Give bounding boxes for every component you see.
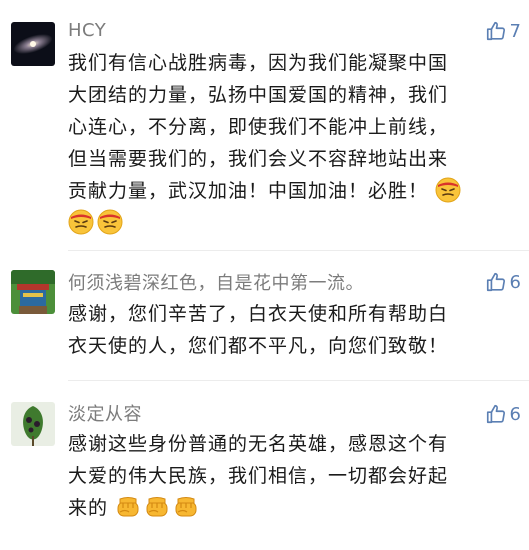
thumbs-up-icon	[485, 20, 507, 42]
like-count: 7	[509, 20, 521, 42]
comment-line: 来的	[68, 497, 109, 519]
comment-line: 衣天使的人，您们都不平凡，向您们致敬！	[68, 335, 449, 357]
comment-line: 但当需要我们的，我们会义不容辞地站出来	[68, 148, 449, 170]
divider	[68, 250, 529, 251]
like-button[interactable]: 6	[485, 403, 521, 425]
comment-line-with-emoji: 来的	[68, 492, 514, 524]
comment-line: 感谢这些身份普通的无名英雄，感恩这个有	[68, 433, 449, 455]
comment-author: HCY	[68, 20, 107, 41]
comment-text: 感谢，您们辛苦了，白衣天使和所有帮助白 衣天使的人，您们都不平凡，向您们致敬！	[68, 298, 514, 362]
comment-line: 贡献力量，武汉加油！中国加油！必胜！	[68, 180, 429, 202]
avatar[interactable]	[11, 270, 55, 314]
comment-text: 我们有信心战胜病毒，因为我们能凝聚中国 大团结的力量，弘扬中国爱国的精神，我们 …	[68, 47, 514, 239]
avatar[interactable]	[11, 402, 55, 446]
fist-emoji	[144, 494, 170, 520]
like-count: 6	[509, 403, 521, 425]
comment-line: 我们有信心战胜病毒，因为我们能凝聚中国	[68, 52, 449, 74]
comment-author: 何须浅碧深红色，自是花中第一流。	[68, 273, 364, 294]
like-button[interactable]: 7	[485, 20, 521, 42]
thumbs-up-icon	[485, 403, 507, 425]
like-button[interactable]: 6	[485, 271, 521, 293]
divider	[68, 380, 529, 381]
comment-text: 感谢这些身份普通的无名英雄，感恩这个有 大爱的伟大民族，我们相信，一切都会好起 …	[68, 428, 514, 524]
determined-face-emoji	[68, 209, 94, 235]
comment-author: 淡定从容	[68, 404, 142, 425]
avatar[interactable]	[11, 22, 55, 66]
fist-emoji	[173, 494, 199, 520]
thumbs-up-icon	[485, 271, 507, 293]
comment-line: 大团结的力量，弘扬中国爱国的精神，我们	[68, 84, 449, 106]
like-count: 6	[509, 271, 521, 293]
comment-line-with-emoji: 贡献力量，武汉加油！中国加油！必胜！	[68, 175, 514, 207]
comment-line: 心连心，不分离，即使我们不能冲上前线，	[68, 116, 449, 138]
fist-emoji	[115, 494, 141, 520]
determined-face-emoji	[97, 209, 123, 235]
emoji-row	[68, 207, 514, 239]
comment-line: 大爱的伟大民族，我们相信，一切都会好起	[68, 465, 449, 487]
comment-line: 感谢，您们辛苦了，白衣天使和所有帮助白	[68, 303, 449, 325]
determined-face-emoji	[435, 177, 461, 203]
